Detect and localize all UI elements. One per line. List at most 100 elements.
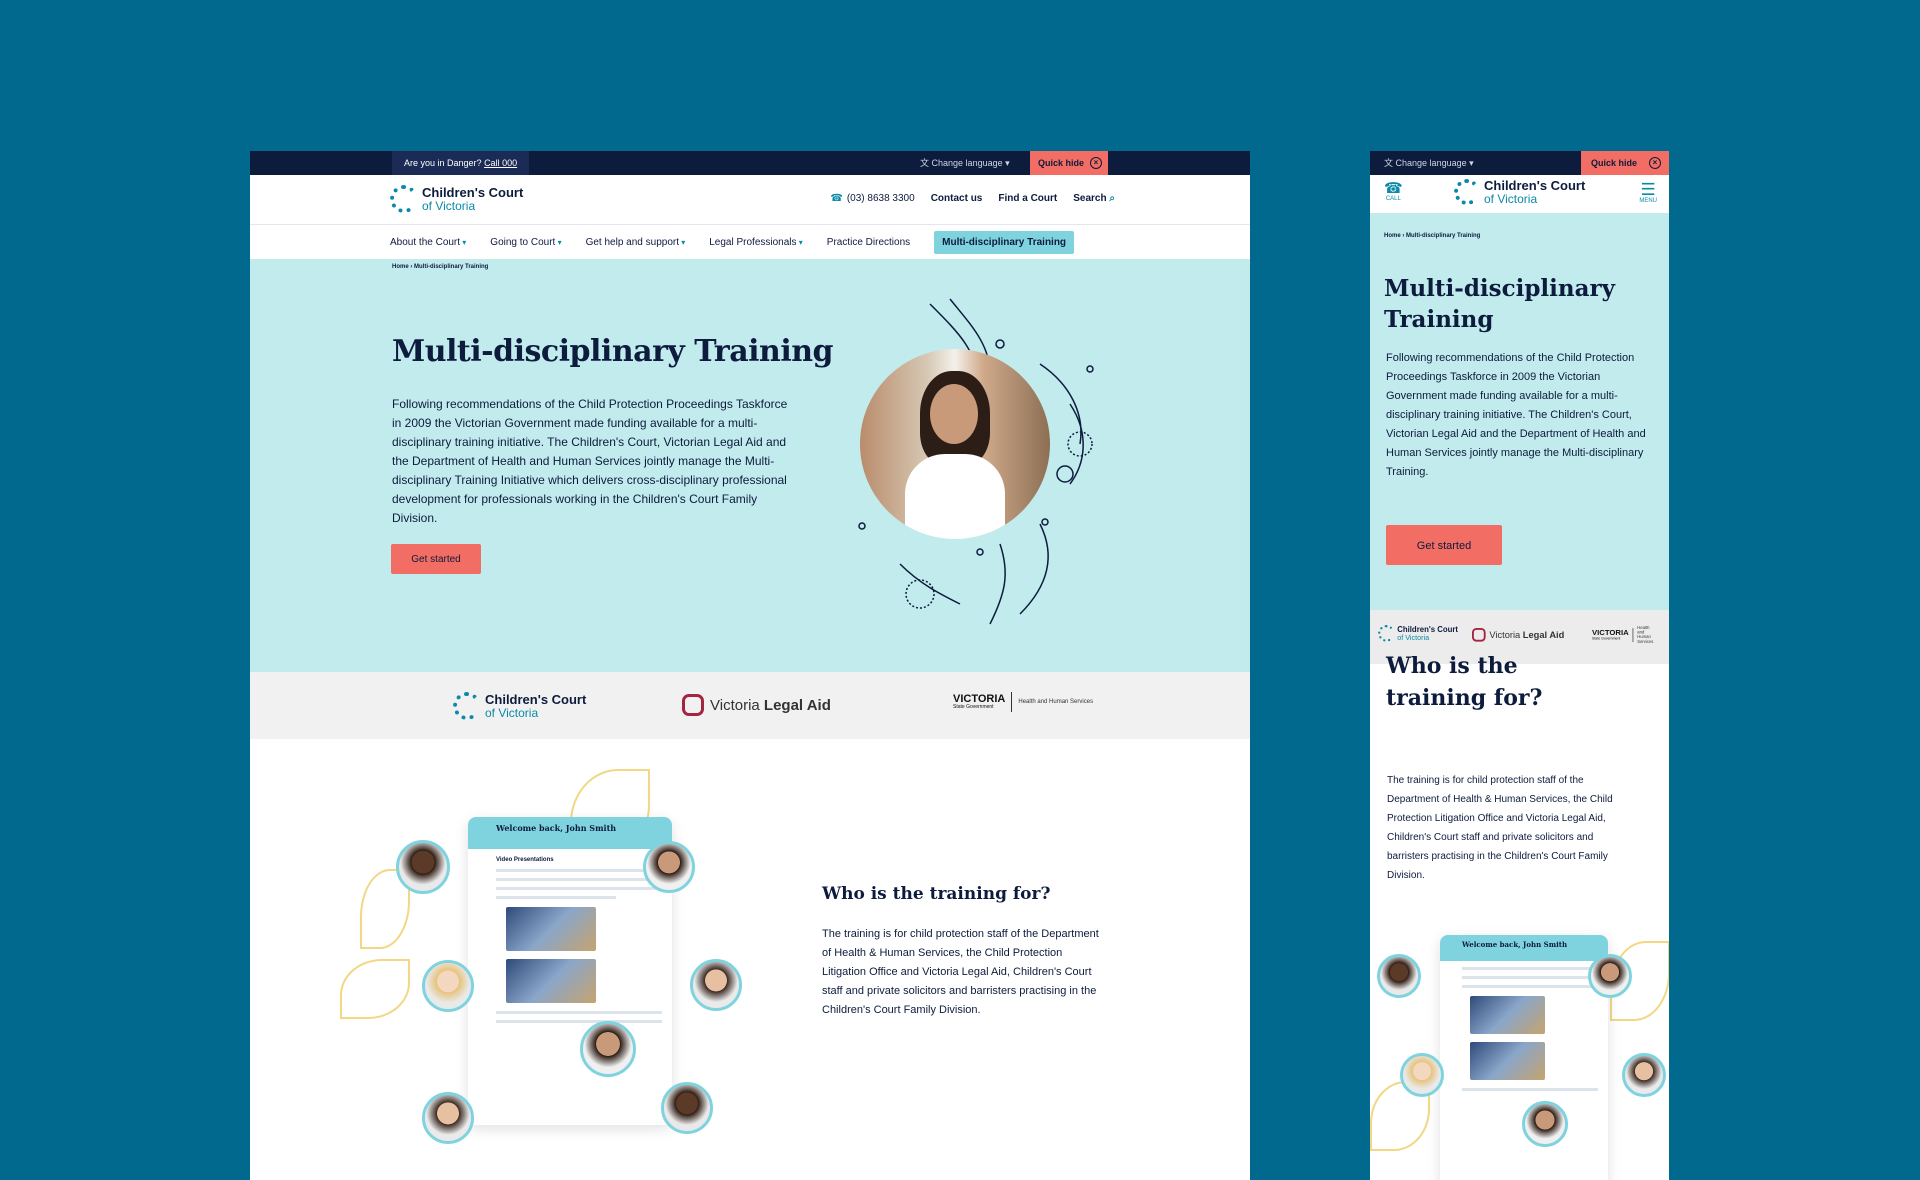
who-title: Who is the training for?	[822, 884, 1051, 904]
logo-line2: of Victoria	[1397, 633, 1430, 642]
breadcrumb[interactable]: Home › Multi-disciplinary Training	[1384, 233, 1480, 239]
avatar	[661, 1082, 713, 1134]
dashboard-heading: Welcome back, John Smith	[1440, 935, 1608, 961]
logo-divider	[1011, 692, 1013, 712]
who-description: The training is for child protection sta…	[1387, 775, 1613, 881]
dashboard-photo	[1470, 996, 1545, 1034]
victoria-state-government-logo: VICTORIA State Government Health and Huma…	[1592, 626, 1654, 644]
get-started-button[interactable]: Get started	[1386, 525, 1502, 565]
avatar	[396, 840, 450, 894]
dashboard-photo	[506, 959, 596, 1003]
change-language-button[interactable]: 文 Change language ▾	[920, 151, 1010, 175]
nav-about-the-court[interactable]: About the Court	[390, 237, 466, 248]
search-button[interactable]: Search	[1073, 193, 1115, 204]
dashboard-section-title: Video Presentations	[496, 857, 554, 863]
utility-nav: (03) 8638 3300 Contact us Find a Court S…	[830, 193, 1115, 204]
nav-multi-disciplinary-training[interactable]: Multi-disciplinary Training	[934, 230, 1075, 254]
dashboard-row	[1462, 976, 1598, 979]
vla-light: Victoria	[1489, 629, 1521, 641]
avatar	[1588, 954, 1632, 998]
quick-hide-button[interactable]: Quick hide ×	[1581, 151, 1669, 175]
who-title: Who is the training for?	[1386, 653, 1543, 711]
logo-mark	[1378, 625, 1395, 642]
who-section: Welcome back, John Smith Video Presentat…	[250, 739, 1250, 1179]
avatar	[1522, 1101, 1568, 1147]
mobile-mockup: 文 Change language ▾ Quick hide × ☎ CALL …	[1370, 151, 1669, 1180]
vic-dept: Health and Human Services	[1637, 626, 1654, 645]
who-description: The training is for child protection sta…	[822, 928, 1099, 1016]
dashboard-photo	[506, 907, 596, 951]
nav-get-help-and-support[interactable]: Get help and support	[586, 237, 686, 248]
desktop-mockup: Are you in Danger? Call 000 文 Change lan…	[250, 151, 1250, 1180]
nav-legal-professionals[interactable]: Legal Professionals	[709, 237, 803, 248]
vic-sub: State Government	[1592, 636, 1621, 641]
victoria-state-government-logo: VICTORIA State Government Health and Huma…	[953, 692, 1093, 712]
avatar	[422, 1092, 474, 1144]
change-language-label: Change language	[931, 158, 1003, 168]
hero-description: Following recommendations of the Child P…	[1386, 352, 1646, 478]
main-nav: About the Court Going to Court Get help …	[250, 225, 1250, 259]
vla-bold: Legal Aid	[763, 696, 831, 714]
dashboard-row	[496, 1011, 662, 1014]
contact-us-link[interactable]: Contact us	[931, 193, 983, 204]
menu-icon: ☰	[1640, 180, 1656, 199]
avatar	[1400, 1053, 1444, 1097]
childrens-court-logo: Children's Court of Victoria	[1378, 625, 1458, 642]
logo-line1: Children's Court	[422, 185, 524, 200]
nav-practice-directions[interactable]: Practice Directions	[827, 237, 910, 248]
vic-sub: State Government	[953, 704, 994, 710]
breadcrumb[interactable]: Home › Multi-disciplinary Training	[392, 264, 488, 270]
avatar	[1622, 1053, 1666, 1097]
call-label: CALL	[1385, 196, 1401, 202]
victoria-legal-aid-logo: Victoria Legal Aid	[682, 694, 831, 716]
dashboard-row	[496, 878, 662, 881]
phone-link[interactable]: (03) 8638 3300	[830, 193, 915, 204]
hero-section: Home › Multi-disciplinary Training Multi…	[1370, 213, 1669, 610]
close-icon: ×	[1090, 157, 1102, 169]
logo-line2: of Victoria	[422, 199, 476, 213]
quick-hide-label: Quick hide	[1591, 158, 1638, 168]
get-started-button[interactable]: Get started	[391, 544, 481, 574]
language-icon: 文	[920, 158, 930, 168]
vla-mark	[1472, 628, 1486, 642]
danger-notice: Are you in Danger? Call 000	[392, 151, 530, 175]
vla-light: Victoria	[710, 696, 760, 714]
logo-mark	[390, 185, 418, 213]
hero-illustration	[840, 294, 1110, 634]
partner-logos: Children's Court of Victoria Victoria Le…	[250, 672, 1250, 739]
site-header: ☎ CALL Children's Court of Victoria ☰ ME…	[1370, 175, 1669, 213]
menu-button[interactable]: ☰ MENU	[1639, 181, 1657, 204]
call-000-link[interactable]: Call 000	[484, 158, 517, 168]
childrens-court-logo: Children's Court of Victoria	[453, 692, 586, 720]
dashboard-row	[496, 869, 662, 872]
logo-mark	[1454, 179, 1480, 205]
avatar	[690, 959, 742, 1011]
leaf-decoration	[340, 959, 410, 1019]
dashboard-heading: Welcome back, John Smith	[468, 817, 672, 849]
logo-line1: Children's Court	[1484, 178, 1586, 193]
logo-line1: Children's Court	[485, 692, 587, 707]
logo-mark	[453, 692, 481, 720]
change-language-button[interactable]: 文 Change language ▾	[1384, 151, 1474, 175]
call-button[interactable]: ☎ CALL	[1384, 181, 1403, 202]
quick-hide-button[interactable]: Quick hide ×	[1030, 151, 1108, 175]
page-title: Multi-disciplinary Training	[1384, 275, 1615, 333]
dashboard-row	[496, 887, 662, 890]
close-icon: ×	[1649, 157, 1661, 169]
avatar	[1377, 954, 1421, 998]
change-language-label: Change language	[1395, 158, 1467, 168]
vla-mark	[682, 694, 704, 716]
site-logo[interactable]: Children's Court of Victoria	[1454, 179, 1585, 205]
menu-label: MENU	[1639, 198, 1657, 204]
nav-going-to-court[interactable]: Going to Court	[490, 237, 561, 248]
top-bar: Are you in Danger? Call 000 文 Change lan…	[250, 151, 1250, 175]
find-a-court-link[interactable]: Find a Court	[998, 193, 1057, 204]
dashboard-row	[1462, 985, 1598, 988]
logo-line1: Children's Court	[1397, 625, 1458, 634]
dashboard-screenshot: Welcome back, John Smith Video Presentat…	[468, 817, 672, 1125]
hero-section: Home › Multi-disciplinary Training Multi…	[250, 259, 1250, 672]
dashboard-photo	[1470, 1042, 1545, 1080]
dashboard-row	[496, 1020, 662, 1023]
site-logo[interactable]: Children's Court of Victoria	[390, 185, 523, 213]
dashboard-screenshot: Welcome back, John Smith	[1440, 935, 1608, 1180]
